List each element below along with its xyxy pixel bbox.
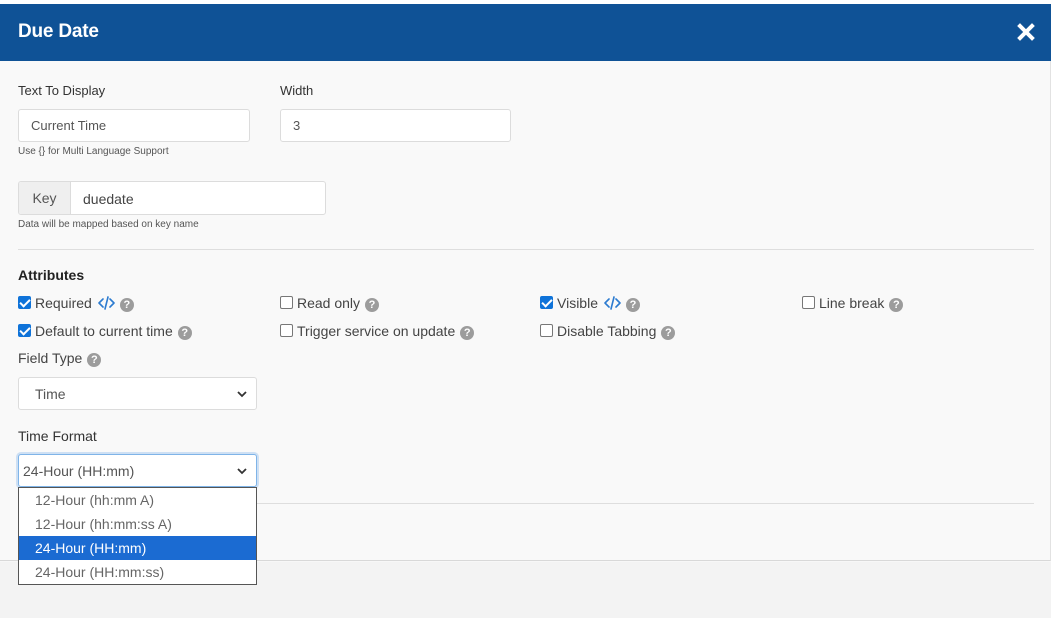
attr-read-only[interactable]: Read only? bbox=[280, 295, 380, 313]
help-icon[interactable]: ? bbox=[365, 298, 380, 312]
disable-tabbing-checkbox[interactable] bbox=[540, 324, 553, 337]
chevron-down-icon bbox=[237, 468, 247, 475]
line-break-label: Line break bbox=[819, 295, 885, 311]
help-icon[interactable]: ? bbox=[460, 326, 475, 340]
field-type-label: Field Type bbox=[18, 350, 83, 366]
time-format-label: Time Format bbox=[18, 428, 97, 444]
read-only-checkbox[interactable] bbox=[280, 296, 293, 309]
attr-required[interactable]: Required? bbox=[18, 295, 134, 313]
help-icon[interactable]: ? bbox=[626, 298, 640, 312]
default-current-time-checkbox[interactable] bbox=[18, 324, 31, 337]
help-icon[interactable]: ? bbox=[177, 326, 192, 340]
attributes-title: Attributes bbox=[18, 267, 85, 283]
time-format-value: 24-Hour (HH:mm) bbox=[23, 463, 135, 479]
required-checkbox[interactable] bbox=[18, 296, 31, 309]
help-icon[interactable]: ? bbox=[661, 326, 676, 340]
trigger-service-label: Trigger service on update bbox=[297, 323, 456, 339]
required-label: Required bbox=[35, 295, 92, 311]
help-icon[interactable]: ? bbox=[119, 298, 134, 312]
disable-tabbing-label: Disable Tabbing bbox=[557, 323, 657, 339]
key-hint: Data will be mapped based on key name bbox=[18, 219, 199, 230]
key-addon: Key bbox=[19, 182, 71, 214]
time-format-option[interactable]: 12-Hour (hh:mm:ss A) bbox=[19, 512, 256, 536]
time-format-option[interactable]: 12-Hour (hh:mm A) bbox=[19, 488, 256, 512]
text-to-display-label: Text To Display bbox=[18, 83, 106, 98]
divider bbox=[18, 249, 1034, 250]
key-input[interactable]: duedate bbox=[83, 191, 134, 207]
modal-title: Due Date bbox=[18, 21, 99, 42]
help-icon[interactable]: ? bbox=[889, 298, 904, 312]
visible-label: Visible bbox=[557, 295, 598, 311]
close-icon[interactable] bbox=[1015, 21, 1037, 43]
time-format-select[interactable]: 24-Hour (HH:mm) bbox=[18, 454, 257, 487]
field-type-select[interactable]: Time bbox=[18, 377, 257, 410]
modal-body: Text To Display Current Time Use {} for … bbox=[0, 61, 1051, 561]
code-icon[interactable] bbox=[98, 296, 115, 310]
read-only-label: Read only bbox=[297, 295, 361, 311]
text-to-display-input[interactable]: Current Time bbox=[18, 109, 250, 142]
field-type-label-row: Field Type? bbox=[18, 350, 102, 368]
chevron-down-icon bbox=[237, 391, 247, 398]
field-type-value: Time bbox=[35, 386, 66, 402]
attr-disable-tabbing[interactable]: Disable Tabbing? bbox=[540, 323, 676, 341]
modal-header: Due Date bbox=[0, 4, 1051, 61]
key-input-group: Key duedate bbox=[18, 181, 326, 215]
attr-default-current-time[interactable]: Default to current time? bbox=[18, 323, 192, 341]
time-format-dropdown: 12-Hour (hh:mm A) 12-Hour (hh:mm:ss A) 2… bbox=[18, 487, 257, 585]
line-break-checkbox[interactable] bbox=[802, 296, 815, 309]
help-icon[interactable]: ? bbox=[87, 353, 102, 367]
multi-language-hint: Use {} for Multi Language Support bbox=[18, 146, 169, 157]
trigger-service-checkbox[interactable] bbox=[280, 324, 293, 337]
attr-line-break[interactable]: Line break? bbox=[802, 295, 904, 313]
time-format-option[interactable]: 24-Hour (HH:mm:ss) bbox=[19, 560, 256, 584]
default-current-time-label: Default to current time bbox=[35, 323, 173, 339]
attr-visible[interactable]: Visible? bbox=[540, 295, 640, 313]
code-icon[interactable] bbox=[604, 296, 621, 310]
time-format-option-selected[interactable]: 24-Hour (HH:mm) bbox=[19, 536, 256, 560]
attr-trigger-service[interactable]: Trigger service on update? bbox=[280, 323, 475, 341]
width-label: Width bbox=[280, 83, 314, 98]
width-input[interactable]: 3 bbox=[280, 109, 511, 142]
visible-checkbox[interactable] bbox=[540, 296, 553, 309]
